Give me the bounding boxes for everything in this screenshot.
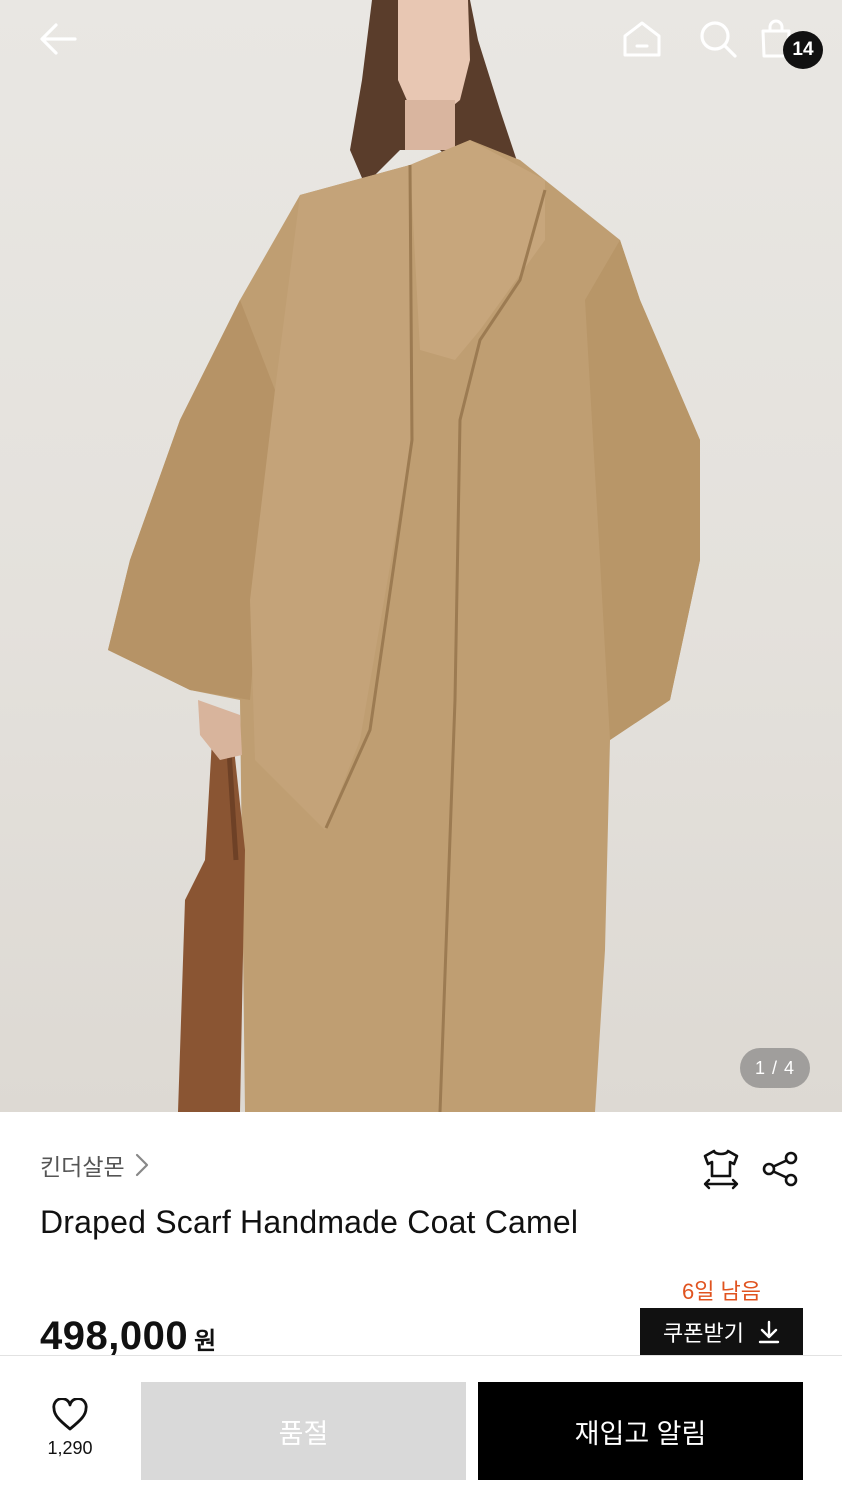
back-button[interactable] <box>30 14 86 64</box>
download-icon <box>758 1320 780 1344</box>
top-navigation-bar: 14 <box>0 0 842 80</box>
share-button[interactable] <box>758 1146 802 1192</box>
chevron-right-icon <box>135 1153 148 1177</box>
brand-link[interactable]: 킨더살몬 <box>40 1148 149 1182</box>
restock-alert-button[interactable]: 재입고 알림 <box>478 1382 803 1480</box>
search-icon <box>700 21 737 58</box>
home-button[interactable] <box>614 14 670 64</box>
soldout-button[interactable]: 품절 <box>141 1382 466 1480</box>
product-price: 498,000 원 <box>40 1314 216 1359</box>
product-image-carousel[interactable]: 14 1 / 4 <box>0 0 842 1112</box>
price-value: 498,000 <box>40 1314 189 1358</box>
cart-count-badge: 14 <box>783 31 823 69</box>
brand-name: 킨더살몬 <box>40 1154 125 1180</box>
heart-icon <box>52 1398 88 1431</box>
share-icon <box>762 1151 798 1187</box>
size-guide-shirt-icon <box>703 1149 739 1190</box>
like-button[interactable]: 1,290 <box>30 1398 110 1474</box>
like-count: 1,290 <box>47 1438 93 1458</box>
coupon-days-left: 6일 남음 <box>681 1279 762 1304</box>
price-currency: 원 <box>194 1328 217 1355</box>
size-guide-button[interactable] <box>698 1146 744 1192</box>
image-page-indicator: 1 / 4 <box>740 1048 810 1088</box>
coupon-button-label: 쿠폰받기 <box>663 1321 744 1346</box>
search-button[interactable] <box>690 14 746 64</box>
product-title: Draped Scarf Handmade Coat Camel <box>40 1204 579 1240</box>
product-photo <box>108 0 700 1112</box>
bottom-action-bar: 1,290 품절 재입고 알림 <box>0 1355 842 1500</box>
coupon-download-button[interactable]: 쿠폰받기 <box>640 1308 803 1356</box>
home-icon <box>623 21 661 57</box>
arrow-left-icon <box>40 23 77 55</box>
